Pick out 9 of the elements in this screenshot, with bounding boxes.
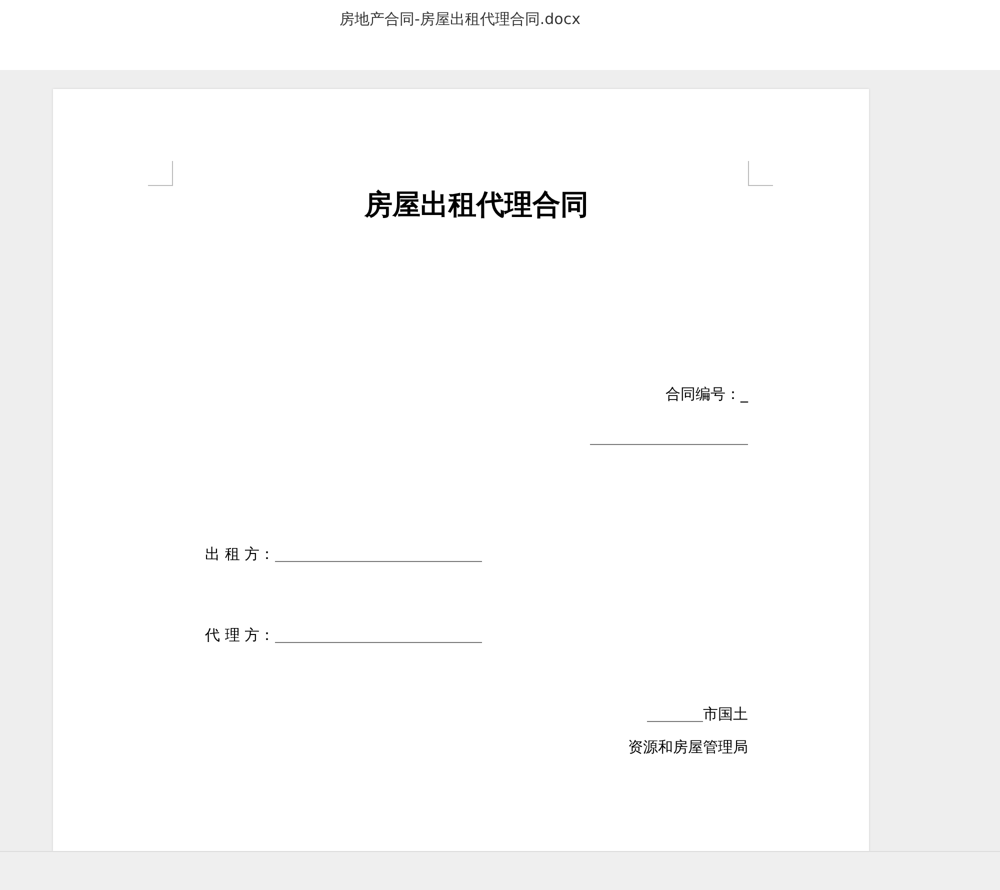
- party-label: 代 理 方：: [205, 626, 275, 645]
- window-title: 房地产合同-房屋出租代理合同.docx: [339, 10, 580, 30]
- contract-number-label: 合同编号：_: [666, 384, 748, 404]
- party-label: 出 租 方：: [205, 544, 275, 564]
- margin-corner-mark: [748, 160, 773, 186]
- authority-text: 市国土: [703, 704, 748, 724]
- margin-corner-mark: [148, 160, 173, 186]
- authority-text: 资源和房屋管理局: [628, 738, 748, 757]
- document-title: 房屋出租代理合同: [363, 186, 590, 223]
